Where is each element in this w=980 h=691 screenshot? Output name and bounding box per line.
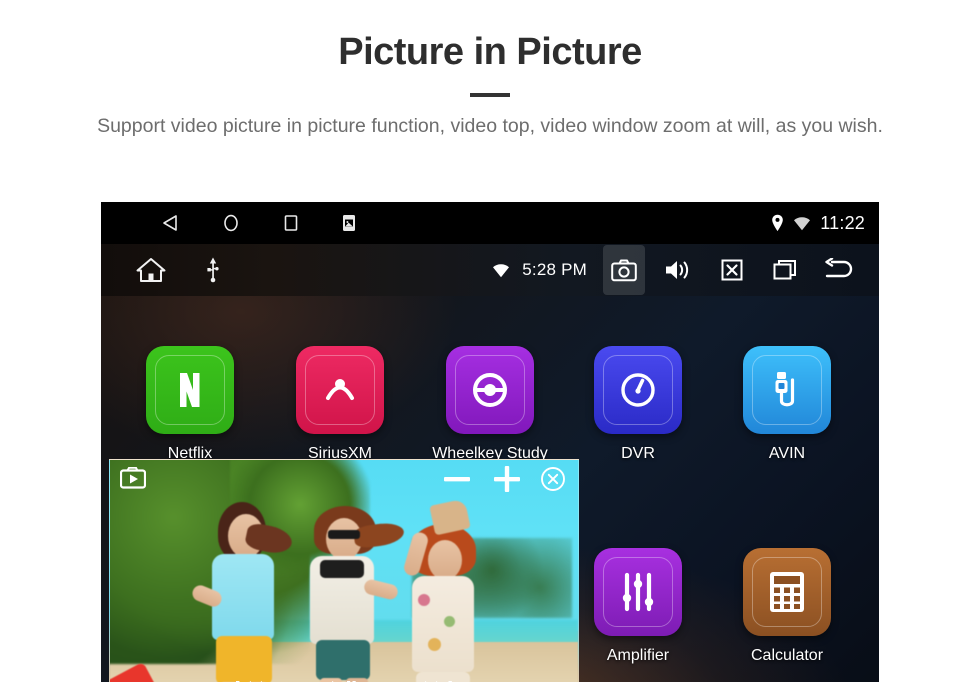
location-pin-icon: [771, 214, 784, 232]
square-icon[interactable]: [281, 213, 301, 233]
app-toolbar: 5:28 PM: [101, 244, 879, 296]
title-divider: [470, 92, 510, 97]
toolbar-clock: 5:28 PM: [522, 260, 587, 279]
android-status-bar: 11:22: [101, 202, 879, 244]
video-person-2: [290, 486, 406, 691]
home-icon[interactable]: [135, 256, 167, 284]
video-person-1: [190, 496, 300, 691]
next-track-icon[interactable]: [424, 678, 454, 691]
app-amplifier[interactable]: Amplifier: [573, 548, 703, 665]
app-label: AVIN: [768, 445, 806, 462]
back-arrow-icon[interactable]: [819, 245, 861, 295]
zoom-out-button[interactable]: [440, 462, 474, 501]
video-person-3: [388, 498, 498, 691]
pip-top-controls: [110, 460, 578, 496]
wifi-icon: [793, 216, 811, 231]
video-capture-icon[interactable]: [119, 466, 147, 489]
pip-video-window[interactable]: seicane: [109, 459, 579, 691]
calculator-glyph: [768, 570, 806, 614]
siriusxm-icon: [296, 346, 384, 434]
equalizer-glyph: [618, 571, 658, 613]
home-circle-icon[interactable]: [221, 213, 241, 233]
app-netflix[interactable]: Netflix: [125, 346, 255, 463]
close-circle-icon[interactable]: [540, 466, 566, 497]
zoom-in-button[interactable]: [490, 462, 524, 501]
wheelkey-icon: [446, 346, 534, 434]
previous-track-icon[interactable]: [234, 678, 264, 691]
home-screen: Netflix SiriusXM Wheelkey Study DVR AVIN…: [101, 296, 879, 691]
volume-icon[interactable]: [657, 245, 699, 295]
calculator-icon: [743, 548, 831, 636]
app-dvr[interactable]: DVR: [573, 346, 703, 463]
wheelkey-glyph: [469, 370, 511, 410]
status-bar-nav-group: [161, 213, 357, 233]
app-label: Amplifier: [606, 647, 670, 664]
app-siriusxm[interactable]: SiriusXM: [275, 346, 405, 463]
back-triangle-icon[interactable]: [161, 213, 181, 233]
gallery-icon[interactable]: [341, 214, 357, 232]
recent-apps-icon[interactable]: [765, 245, 807, 295]
equalizer-icon: [594, 548, 682, 636]
netflix-icon: [146, 346, 234, 434]
status-bar-clock: 11:22: [820, 212, 865, 233]
app-label: Calculator: [750, 647, 824, 664]
toolbar-left-group: [135, 256, 221, 284]
page-title: Picture in Picture: [338, 31, 642, 73]
pip-window-controls: [440, 462, 566, 501]
status-bar-indicators: 11:22: [771, 202, 865, 244]
app-wheelkey-study[interactable]: Wheelkey Study: [425, 346, 555, 463]
play-pause-icon[interactable]: [330, 678, 358, 691]
page-subtitle: Support video picture in picture functio…: [97, 114, 883, 137]
app-label: DVR: [621, 445, 655, 462]
av-cable-glyph: [768, 368, 806, 412]
device-screen: 11:22 5:28 PM Netflix SiriusXM Wheelkey …: [101, 202, 879, 691]
camera-icon[interactable]: [603, 245, 645, 295]
app-calculator[interactable]: Calculator: [722, 548, 852, 665]
promo-header: Picture in Picture Support video picture…: [0, 0, 980, 140]
pip-media-controls: [110, 678, 578, 691]
gauge-glyph: [616, 368, 660, 412]
siriusxm-glyph: [320, 372, 360, 408]
netflix-glyph: [173, 370, 207, 410]
usb-icon[interactable]: [205, 256, 221, 284]
gauge-icon: [594, 346, 682, 434]
toolbar-right-group: 5:28 PM: [492, 244, 861, 296]
app-avin[interactable]: AVIN: [722, 346, 852, 463]
mute-x-icon[interactable]: [711, 245, 753, 295]
av-cable-icon: [743, 346, 831, 434]
wifi-icon: [492, 263, 510, 278]
